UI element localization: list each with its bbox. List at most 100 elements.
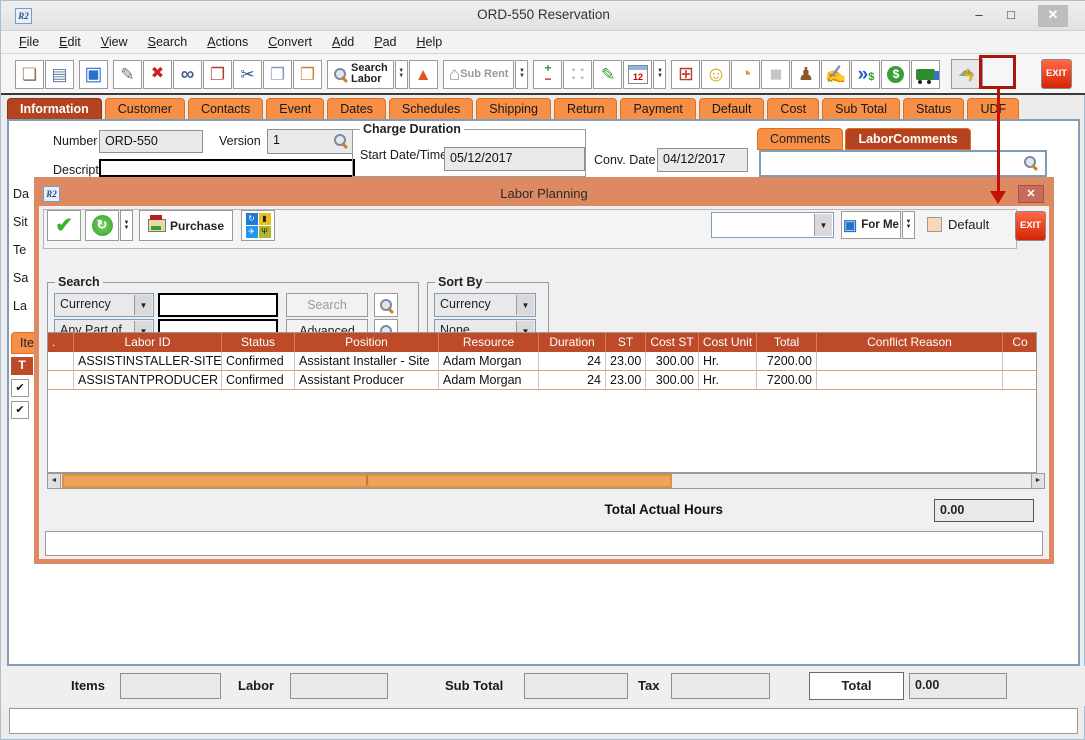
tab[interactable]: Payment: [620, 98, 695, 119]
apply-button[interactable]: ✔: [47, 210, 81, 241]
tab[interactable]: Status: [903, 98, 964, 119]
availability-circles-icon[interactable]: ∷: [563, 60, 592, 89]
col-header[interactable]: ST: [606, 333, 646, 352]
tab[interactable]: Contacts: [188, 98, 263, 119]
purchase-button[interactable]: Purchase: [139, 210, 233, 241]
sort-combo-1[interactable]: Currency ▼: [434, 293, 536, 317]
maximize-button[interactable]: □: [996, 5, 1026, 27]
version-search-icon[interactable]: [333, 133, 348, 148]
menu-item[interactable]: View: [91, 33, 138, 51]
add-remove-icon[interactable]: +−: [533, 60, 562, 89]
minimize-button[interactable]: –: [964, 5, 994, 27]
dropdown-arrows-icon[interactable]: [902, 211, 915, 239]
table-row[interactable]: ASSISTINSTALLER-SITE Confirmed Assistant…: [48, 352, 1036, 371]
dropdown-arrows-icon[interactable]: [120, 210, 133, 241]
labor-field[interactable]: [290, 673, 388, 699]
menu-item[interactable]: Add: [322, 33, 364, 51]
scroll-left-icon[interactable]: ◄: [48, 474, 61, 488]
col-header[interactable]: Resource: [439, 333, 539, 352]
for-me-button[interactable]: ▣ For Me: [841, 211, 901, 239]
col-header[interactable]: Duration: [539, 333, 606, 352]
description-field[interactable]: [99, 159, 355, 177]
money-transfer-icon[interactable]: »$: [851, 60, 880, 89]
col-header[interactable]: Co: [1003, 333, 1037, 352]
row-checkbox[interactable]: ✔: [11, 401, 29, 419]
combo-arrow-icon[interactable]: ▼: [516, 295, 534, 315]
tab[interactable]: Dates: [327, 98, 386, 119]
menu-item[interactable]: Pad: [364, 33, 406, 51]
smiley-icon[interactable]: ☺: [701, 60, 730, 89]
org-chart-icon[interactable]: ⊞: [671, 60, 700, 89]
close-button[interactable]: ✕: [1038, 5, 1068, 27]
paste-icon[interactable]: ❒: [293, 60, 322, 89]
edit-pencil-icon[interactable]: ✎: [113, 60, 142, 89]
menu-item[interactable]: File: [9, 33, 49, 51]
refresh-button[interactable]: ↻: [85, 210, 119, 241]
new-document-icon[interactable]: ❏: [15, 60, 44, 89]
search-labor-button[interactable]: Search Labor: [327, 60, 394, 89]
dialog-exit-button[interactable]: EXIT: [1015, 211, 1046, 241]
col-header[interactable]: Total: [757, 333, 817, 352]
sub-total-field[interactable]: [524, 673, 628, 699]
sub-rent-button[interactable]: ⌂ Sub Rent: [443, 60, 515, 89]
print-icon[interactable]: ▤: [45, 60, 74, 89]
billing-icon[interactable]: $: [881, 60, 910, 89]
scrollbar-thumb[interactable]: ║: [62, 474, 672, 488]
conv-date-field[interactable]: 04/12/2017: [657, 148, 748, 172]
comments-search-icon[interactable]: [1023, 155, 1038, 170]
default-checkbox[interactable]: Default: [927, 217, 989, 232]
col-header[interactable]: Position: [295, 333, 439, 352]
menu-item[interactable]: Help: [407, 33, 453, 51]
labor-comments-field[interactable]: [759, 150, 1047, 177]
exit-button[interactable]: EXIT: [1041, 59, 1072, 89]
tab[interactable]: Sub Total: [822, 98, 900, 119]
save-icon[interactable]: ▣: [79, 60, 108, 89]
tab[interactable]: Default: [699, 98, 765, 119]
notes-icon[interactable]: ✎: [593, 60, 622, 89]
search-field-combo[interactable]: Currency ▼: [54, 293, 154, 317]
dropdown-arrows-icon[interactable]: [653, 60, 666, 89]
convert-icon[interactable]: ▲: [409, 60, 438, 89]
folder-history-icon[interactable]: ◔: [731, 60, 760, 89]
copy-icon[interactable]: ❐: [263, 60, 292, 89]
combo-arrow-icon[interactable]: ▼: [134, 295, 152, 315]
comment-tab[interactable]: Comments: [757, 128, 843, 150]
col-header[interactable]: Cost ST: [646, 333, 699, 352]
row-checkbox[interactable]: ✔: [11, 379, 29, 397]
view-combo[interactable]: ▼: [711, 212, 834, 238]
col-header[interactable]: Cost Unit: [699, 333, 757, 352]
col-header[interactable]: .: [48, 333, 74, 352]
comment-tab[interactable]: LaborComments: [845, 128, 970, 150]
search-button[interactable]: Search: [286, 293, 368, 317]
dropdown-arrows-icon[interactable]: [515, 60, 528, 89]
total-actual-hours-field[interactable]: 0.00: [934, 499, 1034, 522]
search-magnifier-button[interactable]: [374, 293, 398, 317]
menu-item[interactable]: Actions: [197, 33, 258, 51]
scroll-right-icon[interactable]: ►: [1031, 474, 1044, 488]
items-field[interactable]: [120, 673, 221, 699]
table-row[interactable]: ASSISTANTPRODUCER Confirmed Assistant Pr…: [48, 371, 1036, 390]
tab[interactable]: Return: [554, 98, 618, 119]
search-input[interactable]: [158, 293, 278, 317]
find-binoculars-icon[interactable]: ∞: [173, 60, 202, 89]
tab[interactable]: Schedules: [389, 98, 473, 119]
keyboard-key-icon[interactable]: ■: [761, 60, 790, 89]
tab[interactable]: Customer: [105, 98, 185, 119]
col-header[interactable]: Status: [222, 333, 295, 352]
tab[interactable]: Information: [7, 98, 102, 119]
combo-arrow-icon[interactable]: ▼: [814, 214, 832, 236]
number-field[interactable]: ORD-550: [99, 130, 203, 153]
tax-field[interactable]: [671, 673, 770, 699]
menu-item[interactable]: Convert: [258, 33, 322, 51]
labor-worker-icon[interactable]: ♟: [791, 60, 820, 89]
cut-icon[interactable]: ✂: [233, 60, 262, 89]
start-datetime-field[interactable]: 05/12/2017: [444, 147, 585, 171]
travel-expense-button[interactable]: ↻▮✈Ψ: [241, 210, 275, 241]
edit-form-icon[interactable]: ✍: [821, 60, 850, 89]
col-header[interactable]: Labor ID: [74, 333, 222, 352]
menu-item[interactable]: Search: [138, 33, 198, 51]
horizontal-scrollbar[interactable]: ◄ ║ ►: [47, 473, 1045, 489]
tab[interactable]: UDF: [967, 98, 1019, 119]
col-header[interactable]: Conflict Reason: [817, 333, 1003, 352]
total-field[interactable]: 0.00: [909, 673, 1007, 699]
